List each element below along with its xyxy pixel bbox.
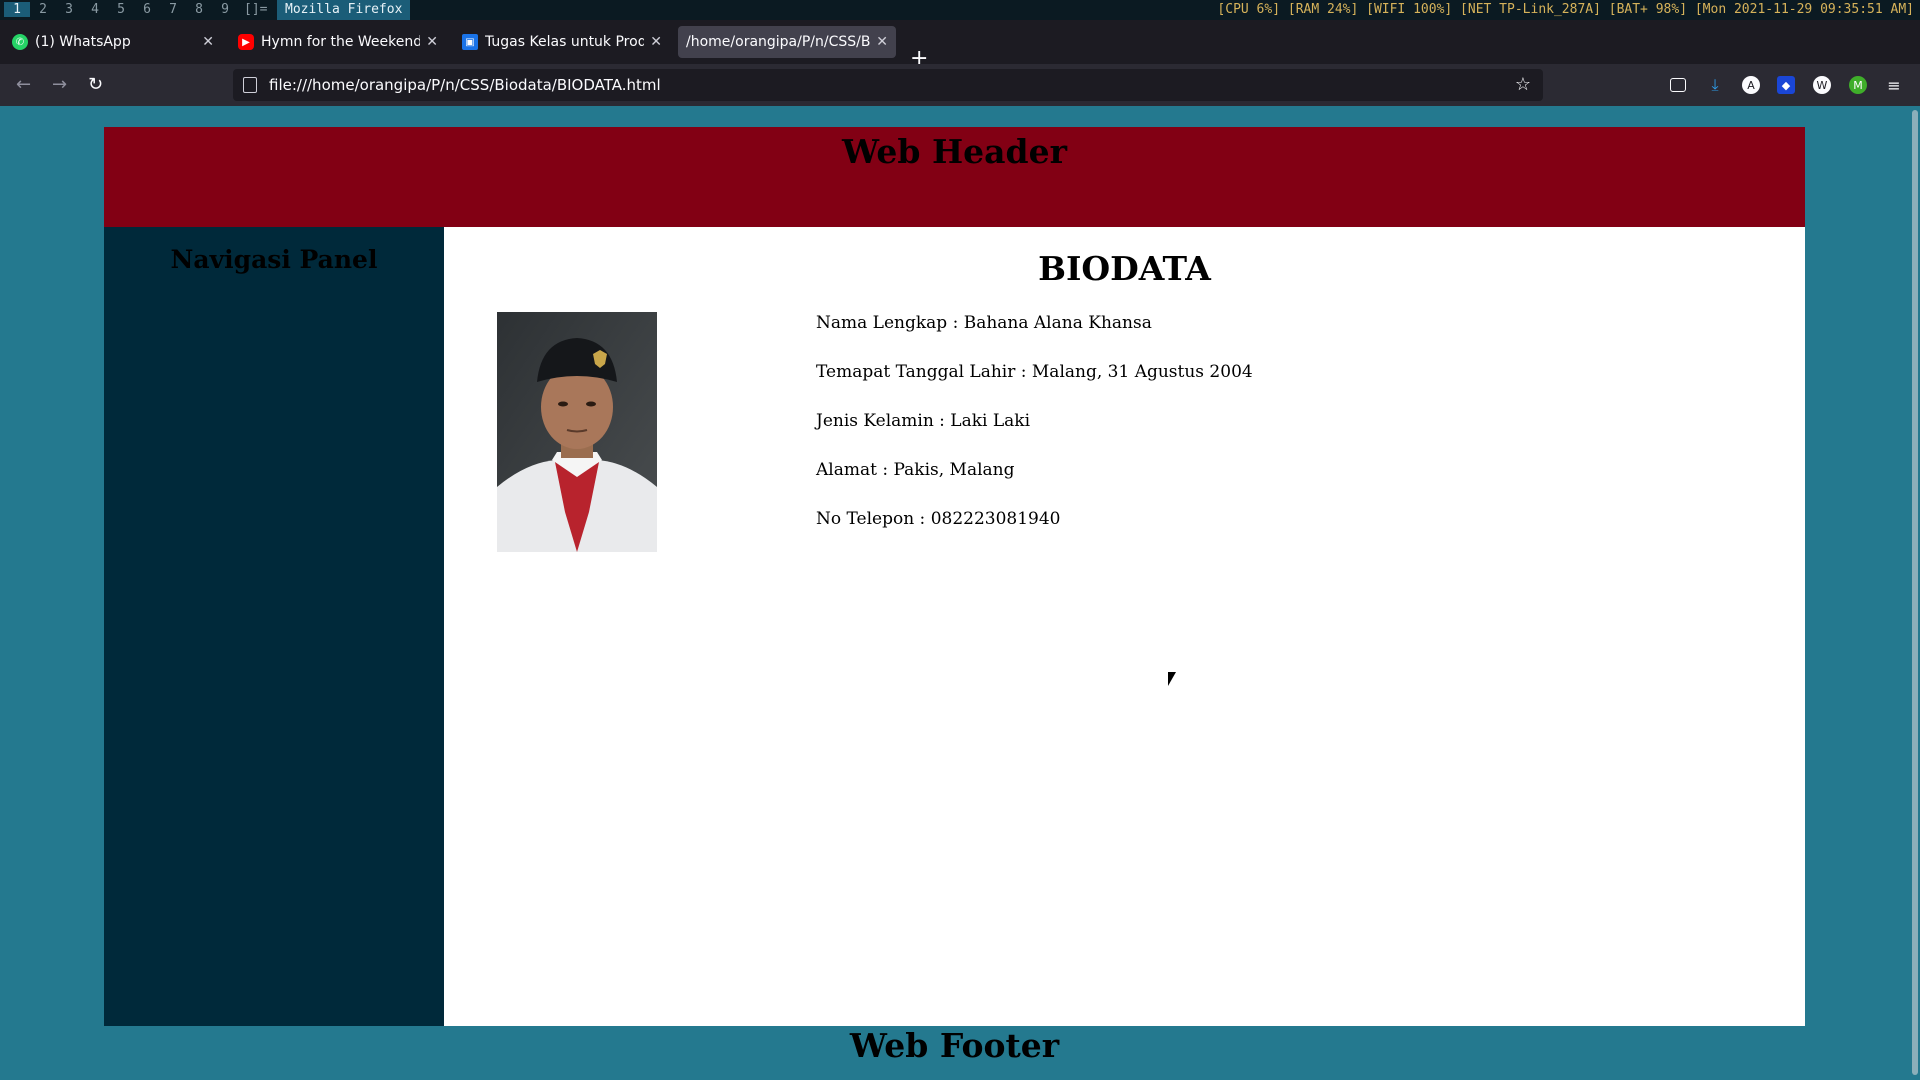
- close-icon[interactable]: ✕: [202, 34, 214, 50]
- close-icon[interactable]: ✕: [650, 34, 662, 50]
- tab-bar: ✆ (1) WhatsApp ✕ ▶ Hymn for the Weekend …: [0, 20, 1920, 71]
- profile-photo: [497, 312, 657, 552]
- workspace-6[interactable]: 6: [134, 2, 160, 17]
- content-area: BIODATA Nama Lengkap: Bahana Alana Khan…: [444, 227, 1805, 1026]
- footer-title: Web Footer: [849, 1026, 1060, 1065]
- window-manager-bar: 1 2 3 4 5 6 7 8 9 []= Mozilla Firefox [C…: [0, 0, 1920, 20]
- field-birth-place-date: Temapat Tanggal Lahir : Malang, 31 Agust…: [816, 362, 1253, 382]
- youtube-icon: ▶: [238, 34, 254, 50]
- tab-label: /home/orangipa/P/n/CSS/Bio: [686, 34, 871, 50]
- web-header: Web Header: [104, 127, 1805, 227]
- tab-youtube[interactable]: ▶ Hymn for the Weekend - Y ✕: [230, 26, 446, 58]
- web-page: Web Header Navigasi Panel BIODATA Nama L…: [0, 106, 1920, 1080]
- url-text: file:///home/orangipa/P/n/CSS/Biodata/BI…: [269, 76, 661, 94]
- header-title: Web Header: [842, 132, 1067, 171]
- system-status: [CPU 6%] [RAM 24%] [WIFI 100%] [NET TP-L…: [1217, 2, 1914, 17]
- pocket-icon[interactable]: [1670, 78, 1686, 92]
- biodata-fields: Nama Lengkap : Bahana Alana Khansa Temap…: [816, 313, 1253, 558]
- reload-icon[interactable]: ↻: [88, 74, 103, 95]
- field-address: Alamat : Pakis, Malang: [816, 460, 1015, 480]
- page-icon: [243, 77, 257, 93]
- url-bar[interactable]: file:///home/orangipa/P/n/CSS/Biodata/BI…: [233, 69, 1543, 101]
- mouse-cursor-icon: [1168, 672, 1176, 686]
- navigation-toolbar: ← → ↻ file:///home/orangipa/P/n/CSS/Biod…: [0, 64, 1920, 106]
- close-icon[interactable]: ✕: [426, 34, 438, 50]
- tab-label: (1) WhatsApp: [35, 34, 131, 50]
- classroom-icon: ▣: [462, 34, 478, 50]
- forward-arrow-icon[interactable]: →: [52, 74, 67, 95]
- back-arrow-icon[interactable]: ←: [16, 74, 31, 95]
- navigation-panel: Navigasi Panel: [104, 227, 444, 1026]
- window-title: Mozilla Firefox: [277, 0, 411, 20]
- field-full-name: Nama Lengkap : Bahana Alana Khansa: [816, 313, 1152, 333]
- extension-a-icon[interactable]: A: [1742, 76, 1760, 94]
- tab-label: Hymn for the Weekend - Y: [261, 34, 421, 50]
- vertical-scrollbar[interactable]: [1912, 110, 1918, 1075]
- whatsapp-icon: ✆: [12, 34, 28, 50]
- tab-label: Tugas Kelas untuk Produk: [485, 34, 645, 50]
- download-icon[interactable]: ⤓: [1706, 75, 1724, 94]
- menu-icon[interactable]: ≡: [1885, 76, 1903, 95]
- tab-whatsapp[interactable]: ✆ (1) WhatsApp ✕: [4, 26, 222, 58]
- extension-shield-icon[interactable]: ◆: [1777, 76, 1795, 94]
- close-icon[interactable]: ✕: [876, 34, 888, 50]
- nav-panel-title: Navigasi Panel: [170, 245, 378, 274]
- workspace-2[interactable]: 2: [30, 2, 56, 17]
- web-footer: Web Footer: [104, 1026, 1805, 1066]
- layout-indicator[interactable]: []=: [244, 2, 267, 17]
- workspace-5[interactable]: 5: [108, 2, 134, 17]
- workspace-7[interactable]: 7: [160, 2, 186, 17]
- workspace-4[interactable]: 4: [82, 2, 108, 17]
- workspace-1[interactable]: 1: [4, 2, 30, 17]
- extension-m-icon[interactable]: M: [1849, 76, 1867, 94]
- workspace-8[interactable]: 8: [186, 2, 212, 17]
- extension-w-icon[interactable]: W: [1813, 76, 1831, 94]
- workspace-9[interactable]: 9: [212, 2, 238, 17]
- workspace-list: 1 2 3 4 5 6 7 8 9: [4, 2, 238, 17]
- field-gender: Jenis Kelamin : Laki Laki: [816, 411, 1031, 431]
- field-phone: No Telepon : 082223081940: [816, 509, 1061, 529]
- workspace-3[interactable]: 3: [56, 2, 82, 17]
- tab-biodata[interactable]: /home/orangipa/P/n/CSS/Bio ✕: [678, 26, 896, 58]
- bookmark-star-icon[interactable]: ☆: [1515, 74, 1531, 95]
- tab-classroom[interactable]: ▣ Tugas Kelas untuk Produk ✕: [454, 26, 670, 58]
- page-title: BIODATA: [1038, 249, 1211, 288]
